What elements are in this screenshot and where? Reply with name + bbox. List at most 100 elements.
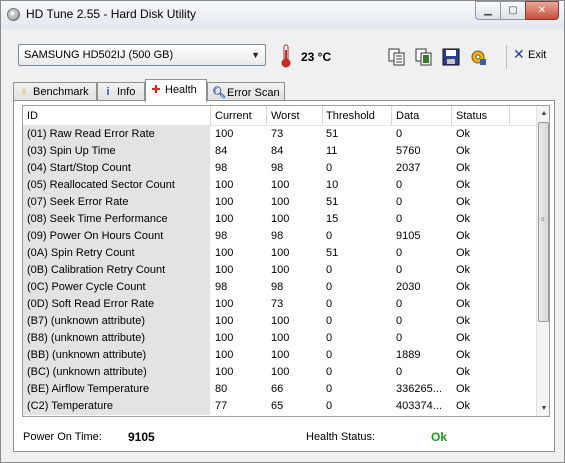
exit-button[interactable]: ✕ Exit — [511, 46, 553, 66]
cell-id: (BB) (unknown attribute) — [27, 349, 147, 361]
thermometer-icon — [281, 44, 291, 68]
cell-current: 100 — [215, 196, 234, 208]
cell-threshold: 0 — [326, 383, 333, 395]
cell-status: Ok — [456, 179, 471, 191]
cell-id: (04) Start/Stop Count — [27, 162, 131, 174]
table-row[interactable]: (01) Raw Read Error Rate 100 73 51 0 Ok — [23, 126, 536, 143]
cell-id: (0C) Power Cycle Count — [27, 281, 146, 293]
cell-status: Ok — [456, 213, 471, 225]
cell-worst: 65 — [271, 400, 284, 412]
cell-worst: 100 — [271, 366, 290, 378]
column-divider — [266, 106, 267, 126]
tab-error-scan[interactable]: 🔍︎Error Scan — [207, 82, 285, 101]
cell-data: 336265... — [396, 383, 442, 395]
cell-status: Ok — [456, 400, 471, 412]
cell-status: Ok — [456, 247, 471, 259]
table-row[interactable]: (03) Spin Up Time 84 84 11 5760 Ok — [23, 143, 536, 160]
column-divider — [391, 106, 392, 126]
cell-threshold: 11 — [326, 145, 338, 157]
exit-label: Exit — [528, 49, 547, 61]
cell-threshold: 0 — [326, 264, 333, 276]
drive-select[interactable]: SAMSUNG HD502IJ (500 GB) ▼ — [18, 44, 266, 66]
cell-threshold: 0 — [326, 298, 333, 310]
table-row[interactable]: (C2) Temperature 77 65 0 403374... Ok — [23, 398, 536, 415]
tab-info[interactable]: i Info — [97, 82, 145, 101]
health-panel: ID Current Worst Threshold Data Status (… — [13, 100, 555, 452]
cell-worst: 98 — [271, 281, 284, 293]
error-scan-icon: 🔍︎ — [212, 87, 226, 99]
table-row[interactable]: (04) Start/Stop Count 98 98 0 2037 Ok — [23, 160, 536, 177]
power-on-time-label: Power On Time: — [23, 431, 102, 443]
table-row[interactable]: (B8) (unknown attribute) 100 100 0 0 Ok — [23, 330, 536, 347]
minimize-button[interactable]: ▁ — [475, 1, 501, 20]
tab-bar: ♀ Benchmark i Info ✚ Health 🔍︎Error Scan — [13, 79, 553, 102]
cell-current: 100 — [215, 332, 234, 344]
cell-status: Ok — [456, 162, 471, 174]
scroll-down-arrow-icon[interactable]: ▼ — [537, 401, 549, 416]
tab-benchmark[interactable]: ♀ Benchmark — [13, 82, 97, 101]
vertical-scrollbar[interactable]: ▲ ≡ ▼ — [536, 106, 549, 416]
cell-data: 0 — [396, 213, 403, 225]
cell-worst: 84 — [271, 145, 284, 157]
cell-data: 0 — [396, 128, 403, 140]
options-icon[interactable] — [468, 47, 488, 67]
cell-id: (09) Power On Hours Count — [27, 230, 164, 242]
power-on-time-value: 9105 — [128, 430, 155, 444]
table-row[interactable]: (0B) Calibration Retry Count 100 100 0 0 Ok — [23, 262, 536, 279]
copy-icon[interactable] — [387, 47, 407, 67]
health-status-label: Health Status: — [306, 431, 376, 443]
smart-table[interactable]: ID Current Worst Threshold Data Status (… — [22, 105, 550, 417]
cell-worst: 98 — [271, 230, 284, 242]
cell-id: (03) Spin Up Time — [27, 145, 116, 157]
table-row[interactable]: (B7) (unknown attribute) 100 100 0 0 Ok — [23, 313, 536, 330]
cell-worst: 66 — [271, 383, 284, 395]
cell-id: (B7) (unknown attribute) — [27, 315, 145, 327]
cell-data: 2030 — [396, 281, 421, 293]
cell-id: (05) Reallocated Sector Count — [27, 179, 175, 191]
cell-current: 84 — [215, 145, 228, 157]
column-divider — [322, 106, 323, 126]
table-row[interactable]: (0C) Power Cycle Count 98 98 0 2030 Ok — [23, 279, 536, 296]
copy-all-icon[interactable] — [414, 47, 434, 67]
cell-status: Ok — [456, 383, 471, 395]
maximize-button[interactable]: ▢ — [500, 1, 526, 20]
cell-id: (0B) Calibration Retry Count — [27, 264, 166, 276]
cell-id: (01) Raw Read Error Rate — [27, 128, 155, 140]
close-button[interactable]: ✕ — [525, 1, 559, 20]
cell-id: (C2) Temperature — [27, 400, 113, 412]
table-row[interactable]: (BE) Airflow Temperature 80 66 0 336265... Ok — [23, 381, 536, 398]
cell-threshold: 0 — [326, 315, 333, 327]
cell-data: 0 — [396, 264, 403, 276]
table-row[interactable]: (05) Reallocated Sector Count 100 100 10 0 Ok — [23, 177, 536, 194]
cell-id: (0D) Soft Read Error Rate — [27, 298, 155, 310]
chevron-down-icon: ▼ — [251, 50, 260, 60]
table-row[interactable]: (0D) Soft Read Error Rate 100 73 0 0 Ok — [23, 296, 536, 313]
drive-select-value: SAMSUNG HD502IJ (500 GB) — [24, 49, 174, 61]
cell-current: 100 — [215, 128, 234, 140]
table-row[interactable]: (BC) (unknown attribute) 100 100 0 0 Ok — [23, 364, 536, 381]
cell-worst: 100 — [271, 332, 290, 344]
cell-worst: 100 — [271, 247, 290, 259]
cell-status: Ok — [456, 315, 471, 327]
title-bar[interactable]: HD Tune 2.55 - Hard Disk Utility ▁ ▢ ✕ — [1, 1, 564, 29]
tab-health[interactable]: ✚ Health — [145, 79, 207, 102]
cell-data: 0 — [396, 179, 403, 191]
cell-id: (B8) (unknown attribute) — [27, 332, 145, 344]
table-row[interactable]: (07) Seek Error Rate 100 100 51 0 Ok — [23, 194, 536, 211]
tab-label: Health — [165, 84, 197, 96]
save-icon[interactable] — [441, 47, 461, 67]
scrollbar-thumb[interactable]: ≡ — [538, 122, 549, 322]
table-row[interactable]: (08) Seek Time Performance 100 100 15 0 Ok — [23, 211, 536, 228]
table-row[interactable]: (BB) (unknown attribute) 100 100 0 1889 Ok — [23, 347, 536, 364]
cell-status: Ok — [456, 230, 471, 242]
cell-current: 77 — [215, 400, 228, 412]
cell-id: (07) Seek Error Rate — [27, 196, 129, 208]
cell-threshold: 51 — [326, 128, 339, 140]
cell-status: Ok — [456, 332, 471, 344]
table-row[interactable]: (0A) Spin Retry Count 100 100 51 0 Ok — [23, 245, 536, 262]
cell-worst: 98 — [271, 162, 284, 174]
cell-current: 100 — [215, 298, 234, 310]
cell-worst: 100 — [271, 196, 290, 208]
table-row[interactable]: (09) Power On Hours Count 98 98 0 9105 Ok — [23, 228, 536, 245]
scroll-up-arrow-icon[interactable]: ▲ — [537, 106, 549, 121]
